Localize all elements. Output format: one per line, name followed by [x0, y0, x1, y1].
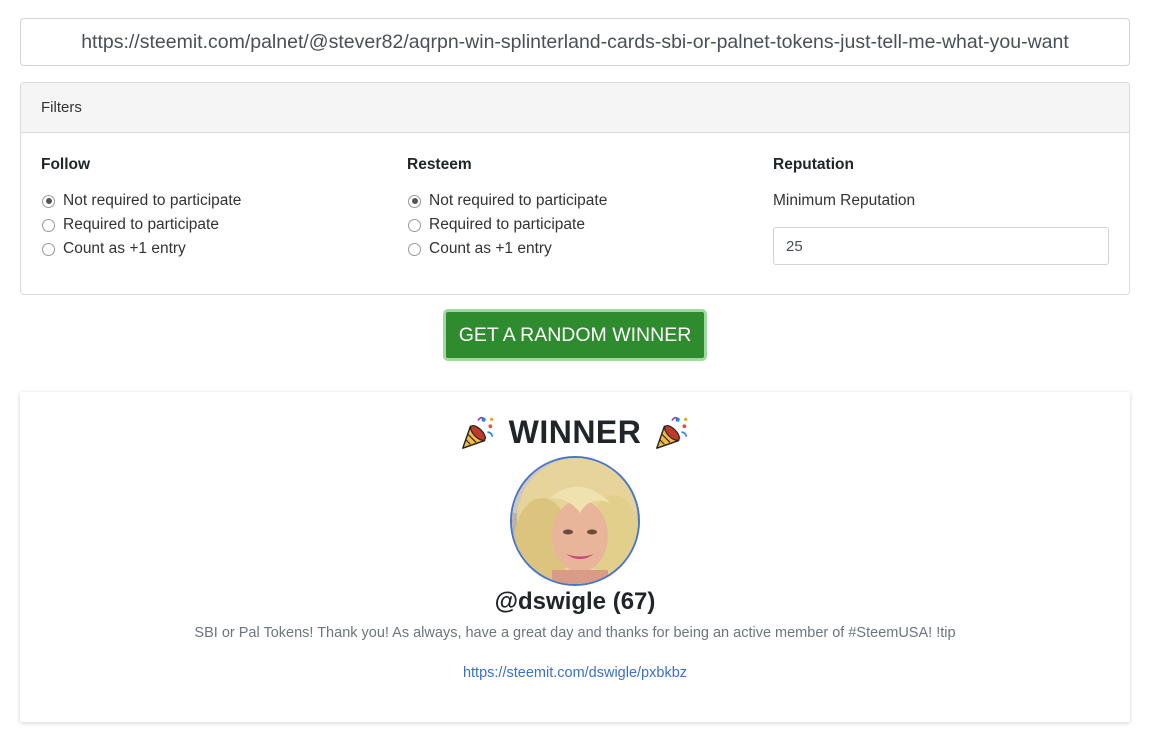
radio-icon[interactable] [408, 218, 421, 232]
resteem-option-required[interactable]: Required to participate [407, 213, 747, 237]
filters-card: Filters Follow Not required to participa… [20, 82, 1130, 295]
resteem-option-extra-entry[interactable]: Count as +1 entry [407, 237, 747, 261]
avatar-photo [512, 458, 638, 584]
radio-icon[interactable] [42, 242, 55, 256]
resteem-title: Resteem [407, 156, 472, 173]
reputation-title: Reputation [773, 156, 854, 173]
radio-icon[interactable] [42, 218, 55, 232]
winner-heading: WINNER [20, 409, 1130, 455]
resteem-filter: Resteem Not required to participate Requ… [407, 155, 747, 261]
follow-option-label: Count as +1 entry [63, 240, 186, 257]
resteem-option-not-required[interactable]: Not required to participate [407, 189, 747, 213]
winner-card: WINNER @dswigle (67) SBI or Pal Tokens! … [20, 392, 1130, 722]
post-url-input[interactable] [20, 18, 1130, 66]
min-reputation-label: Minimum Reputation [773, 192, 916, 209]
party-popper-icon [656, 416, 688, 449]
winner-avatar [510, 456, 640, 586]
follow-option-extra-entry[interactable]: Count as +1 entry [41, 237, 381, 261]
winner-username: @dswigle (67) [494, 588, 656, 615]
follow-filter: Follow Not required to participate Requi… [41, 155, 381, 261]
filters-header: Filters [21, 83, 1129, 133]
resteem-option-label: Not required to participate [429, 192, 608, 209]
follow-option-not-required[interactable]: Not required to participate [41, 189, 381, 213]
winner-comment-link[interactable]: https://steemit.com/dswigle/pxbkbz [20, 665, 1130, 681]
radio-icon[interactable] [408, 242, 421, 256]
reputation-filter: Reputation Minimum Reputation [773, 155, 1110, 265]
follow-option-label: Not required to participate [63, 192, 242, 209]
follow-title: Follow [41, 156, 91, 173]
party-popper-icon [461, 416, 494, 449]
winner-title: WINNER [508, 413, 642, 450]
resteem-option-label: Required to participate [429, 216, 585, 233]
radio-icon[interactable] [42, 194, 55, 208]
page: Filters Follow Not required to participa… [0, 0, 1164, 735]
min-reputation-input[interactable] [773, 227, 1109, 265]
resteem-option-label: Count as +1 entry [429, 240, 552, 257]
radio-icon[interactable] [408, 194, 421, 208]
follow-option-label: Required to participate [63, 216, 219, 233]
winner-comment: SBI or Pal Tokens! Thank you! As always,… [194, 625, 956, 641]
get-random-winner-button[interactable]: GET A RANDOM WINNER [443, 309, 707, 361]
follow-option-required[interactable]: Required to participate [41, 213, 381, 237]
